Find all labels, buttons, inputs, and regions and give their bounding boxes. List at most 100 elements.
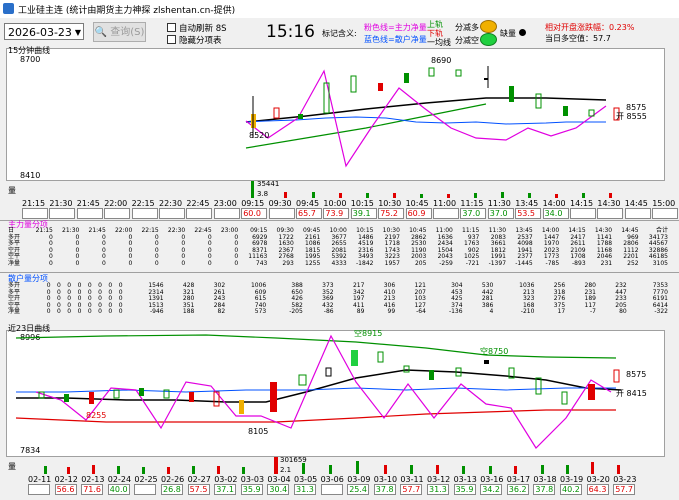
flow-cell: 82 [217, 308, 226, 316]
flow-cell: -7 [589, 308, 596, 316]
black-dot-icon [519, 29, 526, 36]
date-tick: 03-20 [586, 475, 610, 484]
window-title: 工业硅主连 (统计由期货主力神探 zlshentan.cn-提供) [18, 6, 236, 16]
flow-cell: 743 [255, 259, 268, 267]
flow-cell: 252 [627, 259, 639, 267]
auto-refresh-checkbox[interactable] [167, 23, 176, 32]
ratio-box: 57.7 [400, 484, 423, 495]
ratio-box: 39.1 [350, 208, 377, 219]
daily-upper-band [15, 334, 617, 359]
daily-left-mark: 8255 [86, 411, 106, 420]
daily-low-mark: 8105 [248, 427, 268, 436]
ratio-box: 64.3 [586, 484, 609, 495]
flow-cell: 205 [414, 259, 427, 267]
flow-cell: 99 [387, 308, 396, 316]
flow-cell: 17 [557, 308, 566, 316]
date-tick: 03-11 [400, 475, 424, 484]
flow-cell: -1397 [488, 259, 507, 267]
ratio-box [76, 208, 103, 219]
ratio-box: 35.9 [453, 484, 476, 495]
flow-row: 净量 0 0 0 0 0 0 0 0 -946 188 82 573 -205 -86 89 99 -64 -136… [8, 309, 668, 316]
flow-cell: 0 [67, 308, 72, 316]
ratio-box: 73.9 [323, 208, 350, 219]
flow-cell: 231 [600, 259, 613, 267]
flow-cell: -210 [520, 308, 535, 316]
ratio-box [49, 208, 76, 219]
flow-cell: 386 [481, 301, 494, 309]
flow-cell: -86 [323, 308, 334, 316]
daily-candles [38, 350, 620, 414]
flow-cell: -721 [465, 259, 480, 267]
ratio-box: 25.4 [347, 484, 370, 495]
flow-cell: -322 [654, 308, 668, 316]
chevron-down-icon[interactable]: ▼ [75, 24, 81, 41]
time-tick: 09:30 [268, 199, 292, 208]
ratio-box [433, 208, 459, 219]
minute-volume-svg: 35441 3.8 [251, 181, 612, 198]
flow-cell: 0 [49, 259, 53, 267]
ratio-box: 30.4 [267, 484, 290, 495]
daily-right-price: 8575 [626, 370, 646, 379]
flow-cell: 0 [207, 259, 212, 267]
relative-open-label: 相对开盘涨跌幅：0.23% [545, 23, 635, 32]
separator-line [0, 272, 679, 273]
ratio-box: 71.6 [81, 484, 104, 495]
flow-cell: 4333 [331, 259, 347, 267]
flow-cell: 80 [619, 308, 627, 316]
ratio-box: 37.1 [214, 484, 237, 495]
date-tick: 03-18 [533, 475, 557, 484]
day-balance-label: 当日多空值：57.7 [545, 34, 611, 43]
time-tick: 09:45 [296, 199, 320, 208]
ratio-box: 56.6 [54, 484, 77, 495]
ratio-box: 57.7 [613, 484, 636, 495]
time-tick: 14:00 [542, 199, 566, 208]
flow-cell: 89 [356, 308, 365, 316]
flow-cell: -946 [149, 308, 164, 316]
relative-open-value: 0.23% [609, 23, 635, 32]
flow-cell: -259 [439, 259, 453, 267]
daily-volume-peak: 301659 [280, 457, 307, 464]
flow-cell: 3105 [652, 259, 668, 267]
date-tick: 02-27 [187, 475, 211, 484]
ratio-box: 57.5 [187, 484, 210, 495]
flow-cell: 0 [75, 259, 80, 267]
ratio-box: 65.7 [296, 208, 322, 219]
time-tick: 09:15 [241, 199, 265, 208]
time-tick: 11:30 [487, 199, 511, 208]
auto-refresh-label: 自动刷新 8S [179, 24, 227, 34]
clock: 15:16 [266, 22, 315, 42]
flow-cell: -893 [572, 259, 586, 267]
ratio-box [22, 208, 48, 219]
hide-panel-checkbox[interactable] [167, 35, 176, 44]
date-tick: 03-16 [480, 475, 504, 484]
flow-cell: 293 [282, 259, 294, 267]
date-tick: 03-02 [214, 475, 238, 484]
ratio-box: 60.9 [405, 208, 432, 219]
query-button[interactable]: 🔍 查询(S) [93, 22, 146, 42]
minute-volume-peak: 35441 [257, 181, 279, 188]
flow-cell: 0 [98, 308, 102, 316]
date-tick: 03-23 [613, 475, 637, 484]
gold-marker-icon [480, 20, 497, 33]
flow-cell: 573 [254, 308, 267, 316]
date-picker[interactable]: 2026-03-23 ▼ [4, 23, 84, 40]
flow-cell: 0 [108, 308, 113, 316]
ratio-box: 36.2 [506, 484, 529, 495]
minute-upper-band [245, 103, 487, 149]
ratio-box: 37.8 [373, 484, 396, 495]
time-tick: 21:45 [76, 199, 100, 208]
time-tick: 22:15 [131, 199, 155, 208]
ratio-box: 26.8 [161, 484, 183, 495]
daily-main-line [35, 334, 612, 449]
flow-cell: 0 [128, 259, 133, 267]
date-tick: 03-17 [506, 475, 531, 484]
minute-low-mark: 8520 [249, 131, 269, 140]
flow-cell: -785 [545, 259, 560, 267]
legend-label: 标记含义: [322, 29, 357, 38]
daily-short-8915: 空8915 [354, 330, 382, 338]
minus-more-legend: 分减多 [455, 23, 479, 32]
date-tick: 03-13 [453, 475, 477, 484]
flow-cell: -205 [289, 308, 303, 316]
date-tick: 02-24 [107, 475, 132, 484]
flow-row-label: 净量 [8, 308, 21, 316]
